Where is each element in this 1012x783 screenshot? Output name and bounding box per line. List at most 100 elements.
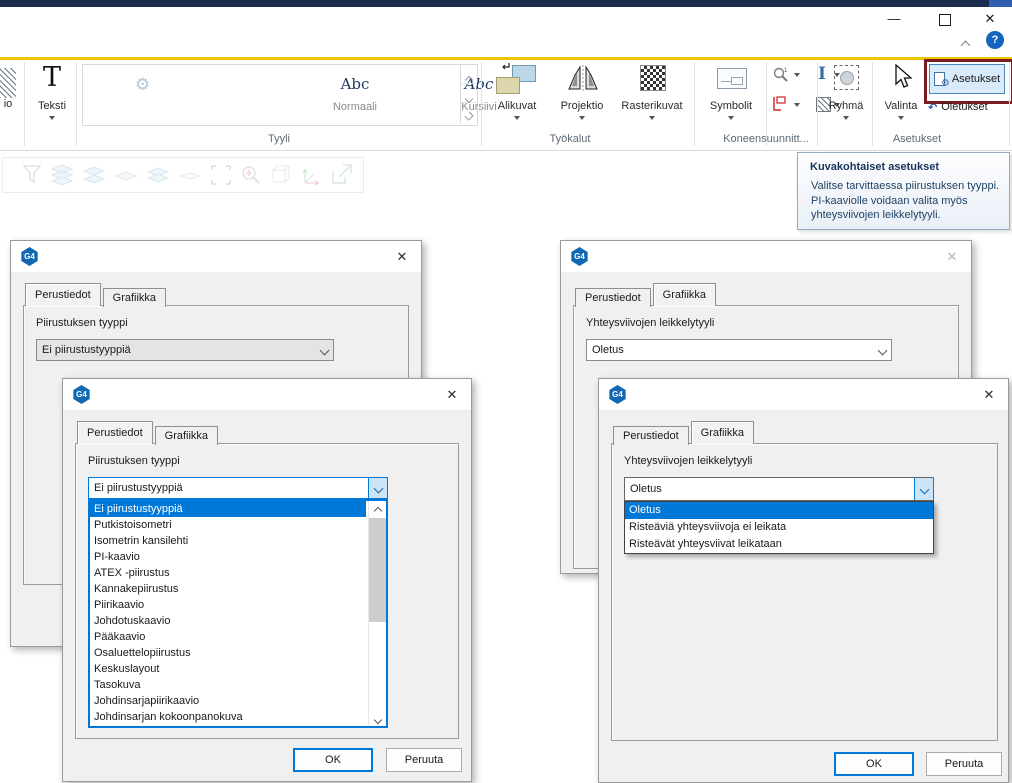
maximize-button[interactable]: [929, 8, 961, 30]
chevron-down-icon[interactable]: [794, 103, 800, 107]
chevron-down-icon: [49, 116, 55, 120]
drawing-type-combobox-open[interactable]: Ei piirustustyyppiä: [88, 477, 388, 499]
svg-text:1: 1: [784, 68, 788, 74]
chevron-down-icon[interactable]: [914, 478, 933, 500]
zoom-extents-icon[interactable]: [209, 163, 233, 187]
field-label: Yhteysviivojen leikkelytyyli: [624, 455, 752, 467]
style-gallery[interactable]: ⚙ Abc Normaali Abc Kursiivi: [82, 64, 478, 126]
list-item[interactable]: Johdotuskaavio: [90, 613, 366, 629]
minimize-button[interactable]: —: [878, 8, 910, 30]
ok-button[interactable]: OK: [293, 748, 373, 772]
drawing-type-combobox[interactable]: Ei piirustustyyppiä: [36, 339, 334, 361]
dialog-titlebar[interactable]: G4 ✕: [63, 379, 471, 411]
layers-icon[interactable]: [49, 163, 75, 187]
rasterikuvat-button[interactable]: Rasterikuvat: [616, 62, 688, 142]
scroll-up-icon[interactable]: [369, 501, 386, 517]
tab-perustiedot[interactable]: Perustiedot: [613, 426, 689, 445]
list-item[interactable]: Johdinsarjan kokoonpanokuva: [90, 709, 366, 725]
cancel-button[interactable]: Peruuta: [926, 752, 1002, 776]
close-dialog-button[interactable]: ✕: [940, 246, 964, 268]
zoom-in-icon[interactable]: [239, 163, 263, 187]
clip-style-combobox-open[interactable]: Oletus: [624, 477, 934, 501]
list-scrollbar[interactable]: [368, 501, 386, 726]
ryhma-button[interactable]: Ryhmä: [820, 62, 872, 142]
list-item[interactable]: Isometrin kansilehti: [90, 533, 366, 549]
gallery-scroll-up-icon[interactable]: [461, 65, 477, 84]
list-item[interactable]: PI-kaavio: [90, 549, 366, 565]
teksti-button[interactable]: T Teksti: [30, 62, 74, 142]
maximize-icon: [939, 14, 951, 26]
layer-flat-icon[interactable]: [177, 163, 203, 187]
list-item[interactable]: Putkistoisometri: [90, 517, 366, 533]
clip-style-combobox[interactable]: Oletus: [586, 339, 892, 361]
layer-pair-icon[interactable]: [145, 163, 171, 187]
group-label-tyyli: Tyyli: [82, 133, 476, 145]
hatch-style-icon[interactable]: [0, 68, 16, 98]
layers-visible-icon[interactable]: [81, 163, 107, 187]
close-dialog-button[interactable]: ✕: [390, 246, 414, 268]
dialog-titlebar[interactable]: G4 ✕: [561, 241, 971, 273]
cube-3d-icon[interactable]: [269, 163, 293, 187]
tab-grafiikka[interactable]: Grafiikka: [155, 426, 218, 445]
list-item[interactable]: Keskuslayout: [90, 661, 366, 677]
chevron-down-icon[interactable]: [315, 340, 333, 360]
list-item[interactable]: Pääkaavio: [90, 629, 366, 645]
list-item[interactable]: Ei piirustustyyppiä: [90, 501, 366, 517]
list-item[interactable]: Oletus: [625, 502, 933, 519]
chevron-down-icon[interactable]: [794, 73, 800, 77]
projektio-button[interactable]: Projektio: [550, 62, 614, 142]
collapse-ribbon-icon[interactable]: [962, 36, 969, 54]
list-item[interactable]: Johdinsarjapiirikaavio: [90, 693, 366, 709]
chevron-down-icon[interactable]: [873, 340, 891, 360]
tab-perustiedot[interactable]: Perustiedot: [25, 283, 101, 306]
help-button[interactable]: ?: [986, 31, 1004, 49]
symbols-icon: [717, 68, 747, 89]
tab-perustiedot[interactable]: Perustiedot: [575, 288, 651, 307]
asetukset-button[interactable]: ⚙ Asetukset: [929, 64, 1005, 94]
list-item[interactable]: Osaluettelopiirustus: [90, 645, 366, 661]
oletukset-button[interactable]: ↶ Oletukset: [928, 98, 1008, 116]
style-gear-icon: ⚙: [135, 75, 150, 95]
tooltip-body: Valitse tarvittaessa piirustuksen tyyppi…: [811, 179, 1001, 223]
scroll-down-icon[interactable]: [369, 710, 386, 726]
cancel-button[interactable]: Peruuta: [386, 748, 462, 772]
title-strip-accent: [989, 0, 1012, 7]
drawing-type-dropdown-list[interactable]: Ei piirustustyyppiä Putkistoisometri Iso…: [88, 499, 388, 728]
chevron-down-icon: [649, 116, 655, 120]
chevron-down-icon: [898, 116, 904, 120]
close-dialog-button[interactable]: ✕: [977, 384, 1001, 406]
tab-grafiikka[interactable]: Grafiikka: [103, 288, 166, 307]
ok-button[interactable]: OK: [834, 752, 914, 776]
tab-grafiikka[interactable]: Grafiikka: [691, 421, 754, 444]
symbolit-button[interactable]: Symbolit: [700, 62, 762, 142]
field-label: Piirustuksen tyyppi: [36, 317, 128, 329]
layer-single-icon[interactable]: [113, 163, 139, 187]
close-dialog-button[interactable]: ✕: [440, 384, 464, 406]
tab-perustiedot[interactable]: Perustiedot: [77, 421, 153, 444]
view-toolbar: [2, 157, 364, 193]
tab-grafiikka[interactable]: Grafiikka: [653, 283, 716, 306]
gallery-scrollbar[interactable]: [460, 65, 477, 123]
axes-icon[interactable]: [299, 163, 323, 187]
filter-icon[interactable]: [21, 163, 43, 187]
export-view-icon[interactable]: [329, 163, 355, 187]
tooltip-title: Kuvakohtaiset asetukset: [810, 161, 939, 173]
alikuvat-button[interactable]: Alikuvat: [486, 62, 548, 142]
dialog-titlebar[interactable]: G4 ✕: [599, 379, 1008, 411]
list-item[interactable]: ATEX -piirustus: [90, 565, 366, 581]
magnifier-one-icon[interactable]: 1: [772, 66, 790, 84]
dialog-titlebar[interactable]: G4 ✕: [11, 241, 421, 273]
close-window-button[interactable]: ✕: [974, 8, 1006, 30]
list-item[interactable]: Risteäviä yhteysviivoja ei leikata: [625, 519, 933, 536]
list-item[interactable]: Risteävät yhteysviivat leikataan: [625, 536, 933, 553]
scroll-thumb[interactable]: [369, 518, 386, 622]
group-label-koneensuunnittelu: Koneensuunnitt...: [718, 133, 814, 145]
list-item[interactable]: Piirikaavio: [90, 597, 366, 613]
dimension-red-icon[interactable]: [772, 96, 788, 112]
chevron-down-icon[interactable]: [368, 478, 387, 498]
valinta-button[interactable]: Valinta: [876, 62, 926, 142]
clip-style-dropdown-list[interactable]: Oletus Risteäviä yhteysviivoja ei leikat…: [624, 501, 934, 554]
g4-logo: G4: [72, 385, 91, 404]
list-item[interactable]: Kannakepiirustus: [90, 581, 366, 597]
list-item[interactable]: Tasokuva: [90, 677, 366, 693]
